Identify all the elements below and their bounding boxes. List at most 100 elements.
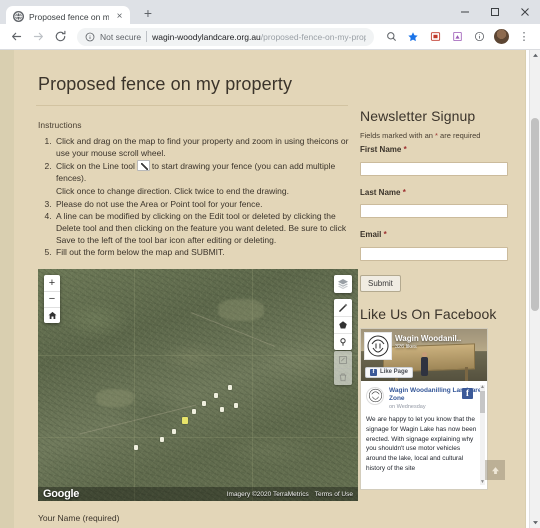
url-path: /proposed-fence-on-my-property/	[260, 31, 366, 42]
contact-form: Your Name (required) Your Email (require…	[38, 513, 338, 528]
map-marker	[234, 403, 238, 409]
map-footer: Google Imagery ©2020 TerraMetrics Terms …	[38, 487, 358, 502]
map-marker	[160, 437, 164, 443]
omnibox-divider	[146, 31, 148, 42]
terms-of-use-link[interactable]: Terms of Use	[315, 491, 353, 498]
scrollbar-thumb[interactable]	[480, 390, 485, 413]
back-icon[interactable]	[6, 27, 26, 47]
scroll-up-arrow-icon[interactable]	[530, 50, 540, 61]
zoom-in-button[interactable]: +	[44, 275, 60, 291]
url-text: wagin-woodylandcare.org.au/proposed-fenc…	[152, 32, 366, 42]
browser-tab[interactable]: Proposed fence on my property ×	[6, 6, 130, 27]
sidebar: Newsletter Signup Fields marked with an …	[360, 108, 508, 490]
instructions-list: Click and drag on the map to find your p…	[54, 136, 356, 259]
scroll-down-icon[interactable]: ▼	[480, 479, 485, 485]
search-icon[interactable]	[381, 27, 401, 47]
first-name-text: First Name	[360, 145, 402, 154]
browser-menu-icon[interactable]: ⋮	[514, 27, 534, 47]
required-star: *	[403, 145, 407, 154]
security-status: Not secure	[100, 31, 142, 42]
like-page-label: Like Page	[380, 369, 409, 375]
layers-icon[interactable]	[334, 275, 352, 294]
tab-strip: Proposed fence on my property × +	[0, 0, 540, 27]
delete-tool-button[interactable]	[334, 368, 352, 385]
facebook-page-avatar	[364, 331, 392, 360]
close-tab-icon[interactable]: ×	[114, 11, 125, 22]
cover-post	[465, 366, 468, 381]
required-fields-note: Fields marked with an * are required	[360, 131, 500, 140]
map-marker	[192, 409, 196, 415]
submit-button[interactable]: Submit	[360, 274, 401, 292]
instruction-line-tool-pre: Click on the Line tool	[56, 161, 135, 172]
info-extension-icon[interactable]	[469, 27, 489, 47]
map-marker	[214, 393, 218, 399]
instruction-sub-line: Click once to change direction. Click tw…	[56, 185, 289, 196]
scroll-down-arrow-icon[interactable]	[530, 517, 540, 528]
required-star: *	[402, 187, 406, 197]
post-body-text: We are happy to let you know that the si…	[366, 416, 477, 472]
list-item: A line can be modified by clicking on th…	[54, 211, 356, 246]
close-window-button[interactable]	[510, 0, 540, 24]
browser-window: Proposed fence on my property × +	[0, 0, 540, 528]
email-field[interactable]	[360, 246, 508, 261]
tab-title: Proposed fence on my property	[29, 11, 109, 22]
browser-toolbar: Not secure wagin-woodylandcare.org.au/pr…	[0, 24, 540, 50]
map-attribution: Imagery ©2020 TerraMetrics Terms of Use	[227, 491, 358, 498]
page-scrollbar[interactable]	[529, 50, 540, 528]
list-item: Click on the Line toolto start drawing y…	[54, 160, 356, 197]
not-secure-info-icon	[85, 32, 95, 42]
line-tool-icon	[136, 160, 150, 172]
scroll-up-icon[interactable]: ▲	[480, 384, 485, 390]
page-scrollbar-thumb[interactable]	[531, 118, 539, 311]
map-drawing-tools	[334, 299, 352, 351]
facebook-badge-icon: f	[462, 387, 473, 399]
pdf-extension-icon[interactable]	[447, 27, 467, 47]
first-name-input[interactable]	[360, 161, 508, 176]
newsletter-heading: Newsletter Signup	[360, 108, 476, 124]
scroll-to-top-button[interactable]	[485, 460, 505, 480]
facebook-cover-photo: Wagin Woodanil.. 326 likes f Like Page	[361, 328, 487, 381]
like-page-button[interactable]: f Like Page	[365, 366, 414, 378]
reload-icon[interactable]	[50, 27, 70, 47]
page-container: Proposed fence on my property Instructio…	[14, 50, 525, 528]
imagery-texture	[38, 269, 358, 502]
facebook-f-icon: f	[370, 368, 377, 376]
home-button[interactable]	[44, 307, 60, 323]
list-item: Click and drag on the map to find your p…	[54, 136, 356, 159]
point-tool-button[interactable]	[334, 333, 352, 350]
area-tool-button[interactable]	[334, 316, 352, 333]
facebook-page-name: Wagin Woodanil..	[395, 333, 462, 343]
profile-avatar[interactable]	[494, 29, 509, 44]
zoom-out-button[interactable]: −	[44, 291, 60, 307]
edit-tool-button[interactable]	[334, 351, 352, 368]
map-marker	[134, 445, 138, 451]
last-name-input[interactable]	[360, 204, 508, 218]
google-logo: Google	[43, 488, 80, 501]
field-boundary	[38, 437, 358, 439]
page-title: Proposed fence on my property	[38, 74, 293, 94]
title-divider	[36, 105, 348, 106]
list-item: Fill out the form below the map and SUBM…	[54, 247, 356, 259]
address-bar[interactable]: Not secure wagin-woodylandcare.org.au/pr…	[77, 27, 374, 46]
facebook-heading: Like Us On Facebook	[360, 305, 497, 322]
maximize-button[interactable]	[480, 0, 510, 24]
email-text: Email	[360, 230, 382, 239]
terrain-patch	[218, 299, 264, 322]
page-viewport: Proposed fence on my property Instructio…	[0, 50, 540, 528]
field-boundary	[38, 355, 358, 357]
google-map[interactable]: + − Google Imagery ©2020 TerraMetrics Te…	[38, 269, 358, 502]
new-tab-button[interactable]: +	[138, 3, 158, 23]
map-marker	[172, 429, 176, 435]
facebook-post: Wagin Woodanilling Landcare Zone on Wedn…	[361, 381, 487, 489]
map-zoom-controls: + −	[44, 275, 60, 324]
first-name-label: First Name *	[360, 145, 500, 154]
minimize-button[interactable]	[450, 0, 480, 24]
your-name-label: Your Name (required)	[38, 513, 120, 524]
forward-icon[interactable]	[28, 27, 48, 47]
globe-icon	[13, 11, 24, 22]
extension-icon[interactable]	[425, 27, 445, 47]
email-label: Email *	[360, 230, 500, 239]
bookmark-star-icon[interactable]	[403, 27, 423, 47]
line-tool-button[interactable]	[334, 299, 352, 316]
list-item: Please do not use the Area or Point tool…	[54, 199, 356, 211]
